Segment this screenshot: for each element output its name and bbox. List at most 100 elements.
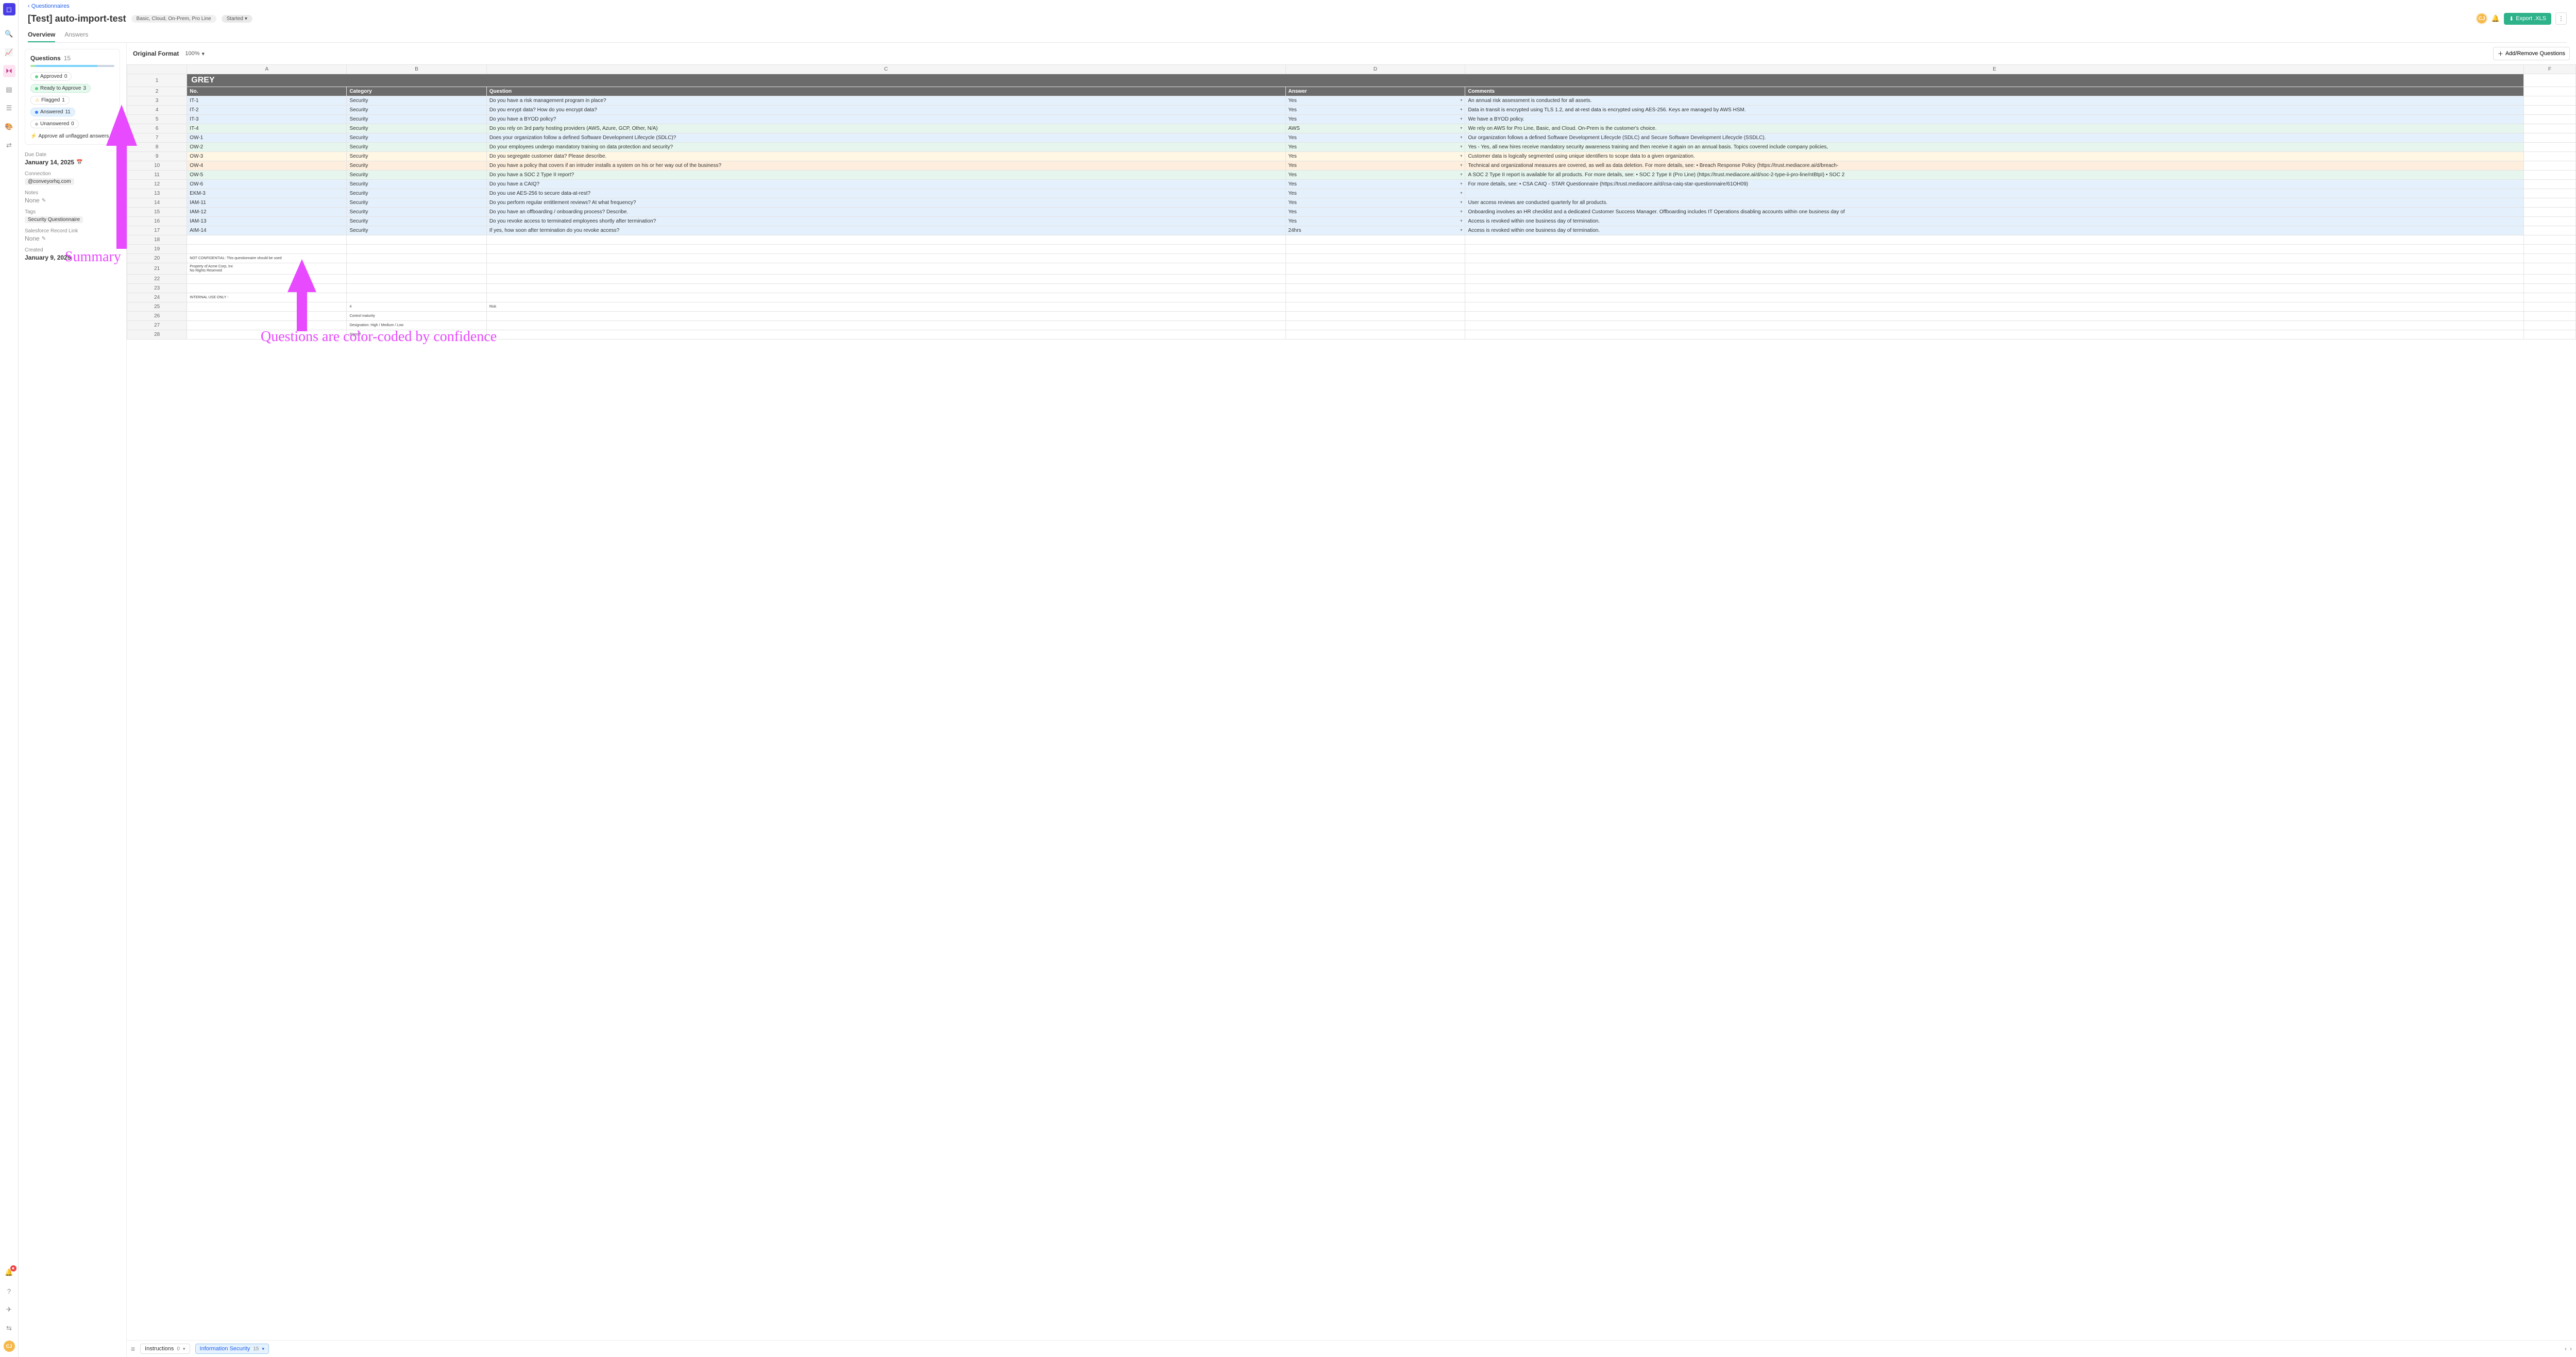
status-pill[interactable]: Started ▾ <box>222 15 252 23</box>
cell[interactable] <box>347 245 486 254</box>
chip-flagged[interactable]: ⚠Flagged 1 <box>30 96 70 105</box>
cell[interactable] <box>486 275 1285 284</box>
sheet-menu-icon[interactable]: ≡ <box>131 1345 135 1353</box>
cell[interactable]: Control maturity <box>347 312 486 321</box>
col-header-D[interactable]: D <box>1285 65 1465 74</box>
cell-no[interactable]: IT-4 <box>187 124 347 133</box>
sheet-prev-icon[interactable]: ‹ <box>2565 1345 2567 1352</box>
cell-answer[interactable]: Yes▾ <box>1285 143 1465 152</box>
cell-no[interactable]: OW-6 <box>187 180 347 189</box>
dropdown-icon[interactable]: ▾ <box>1460 163 1462 167</box>
cell-category[interactable]: Security <box>347 180 486 189</box>
cell[interactable] <box>347 293 486 302</box>
cell-question[interactable]: Do you use AES-256 to secure data-at-res… <box>486 189 1285 198</box>
dropdown-icon[interactable]: ▾ <box>1460 181 1462 186</box>
cell[interactable] <box>486 235 1285 245</box>
cell-answer[interactable]: 24hrs▾ <box>1285 226 1465 235</box>
cell-answer[interactable]: Yes▾ <box>1285 217 1465 226</box>
cell-category[interactable]: Security <box>347 106 486 115</box>
col-header-C[interactable]: C <box>486 65 1285 74</box>
cell[interactable] <box>486 293 1285 302</box>
cell[interactable] <box>187 321 347 330</box>
cell[interactable] <box>1465 321 2524 330</box>
cell-question[interactable]: Do you rely on 3rd party hosting provide… <box>486 124 1285 133</box>
cell[interactable]: Property of Acme Corp, IncNo Rights Rese… <box>187 263 347 275</box>
cell-comments[interactable]: We rely on AWS for Pro Line, Basic, and … <box>1465 124 2524 133</box>
cell-answer[interactable]: Yes▾ <box>1285 115 1465 124</box>
cell-no[interactable]: AIM-14 <box>187 226 347 235</box>
chip-ready[interactable]: Ready to Approve 3 <box>30 84 91 93</box>
cell[interactable] <box>187 302 347 312</box>
col-header-A[interactable]: A <box>187 65 347 74</box>
cell-no[interactable]: OW-3 <box>187 152 347 161</box>
cell-comments[interactable]: Access is revoked within one business da… <box>1465 226 2524 235</box>
cell[interactable] <box>1285 302 1465 312</box>
cell[interactable] <box>486 284 1285 293</box>
cell[interactable]: Signoff <box>347 330 486 340</box>
list-icon[interactable]: ☰ <box>3 102 15 114</box>
chip-unanswered[interactable]: Unanswered 0 <box>30 120 79 128</box>
chip-answered[interactable]: Answered 11 <box>30 108 75 116</box>
grey-header-cell[interactable]: GREY <box>187 74 2524 87</box>
cell-question[interactable]: Do you revoke access to terminated emplo… <box>486 217 1285 226</box>
cell[interactable] <box>1465 293 2524 302</box>
cell-question[interactable]: Do you have a SOC 2 Type II report? <box>486 171 1285 180</box>
cell-answer[interactable]: Yes▾ <box>1285 106 1465 115</box>
cell-answer[interactable]: Yes▾ <box>1285 208 1465 217</box>
dropdown-icon[interactable]: ▾ <box>1460 228 1462 232</box>
sheet-next-icon[interactable]: › <box>2570 1345 2572 1352</box>
cell-comments[interactable]: Our organization follows a defined Softw… <box>1465 133 2524 143</box>
settings-icon[interactable]: ⇆ <box>3 1322 15 1334</box>
cell-no[interactable]: IT-2 <box>187 106 347 115</box>
cell-comments[interactable]: User access reviews are conducted quarte… <box>1465 198 2524 208</box>
calendar-icon[interactable]: 📅 <box>76 160 82 165</box>
tab-answers[interactable]: Answers <box>64 28 88 42</box>
tab-overview[interactable]: Overview <box>28 28 55 42</box>
chart-icon[interactable]: 📈 <box>3 46 15 59</box>
cell-category[interactable]: Security <box>347 161 486 171</box>
cell[interactable] <box>347 263 486 275</box>
cell[interactable] <box>1465 245 2524 254</box>
cell[interactable] <box>1285 293 1465 302</box>
cell[interactable] <box>187 284 347 293</box>
cell[interactable] <box>1465 254 2524 263</box>
cell[interactable] <box>1465 275 2524 284</box>
edit-sf-icon[interactable]: ✎ <box>42 236 46 242</box>
cell-category[interactable]: Security <box>347 217 486 226</box>
cell-question[interactable]: Do you have a policy that covers if an i… <box>486 161 1285 171</box>
dropdown-icon[interactable]: ▾ <box>1460 107 1462 112</box>
cell-answer[interactable]: Yes▾ <box>1285 198 1465 208</box>
spreadsheet[interactable]: ABCDEF1GREY2No.CategoryQuestionAnswerCom… <box>127 64 2576 1340</box>
cell-answer[interactable]: AWS▾ <box>1285 124 1465 133</box>
cell-answer[interactable]: Yes▾ <box>1285 96 1465 106</box>
cell-question[interactable]: Do you have a BYOD policy? <box>486 115 1285 124</box>
notification-icon[interactable]: 🔔■ <box>3 1266 15 1279</box>
sheet-tab-infosec[interactable]: Information Security 15 ▾ <box>195 1344 269 1354</box>
cell[interactable]: INTERNAL USE ONLY - <box>187 293 347 302</box>
edit-notes-icon[interactable]: ✎ <box>42 198 46 203</box>
cell-answer[interactable]: Yes▾ <box>1285 189 1465 198</box>
cell[interactable] <box>486 245 1285 254</box>
cell-category[interactable]: Security <box>347 198 486 208</box>
cell[interactable] <box>1285 321 1465 330</box>
library-icon[interactable]: ▤ <box>3 83 15 96</box>
cell-category[interactable]: Security <box>347 143 486 152</box>
col-header-B[interactable]: B <box>347 65 486 74</box>
help-icon[interactable]: ? <box>3 1285 15 1297</box>
cell-no[interactable]: OW-4 <box>187 161 347 171</box>
cell-category[interactable]: Security <box>347 96 486 106</box>
cell-no[interactable]: IT-1 <box>187 96 347 106</box>
cell-question[interactable]: Does your organization follow a defined … <box>486 133 1285 143</box>
cell[interactable] <box>347 235 486 245</box>
cell[interactable] <box>486 330 1285 340</box>
dropdown-icon[interactable]: ▾ <box>1460 116 1462 121</box>
cell[interactable] <box>187 312 347 321</box>
cell-category[interactable]: Security <box>347 189 486 198</box>
cell-no[interactable]: IAM-12 <box>187 208 347 217</box>
cell-answer[interactable]: Yes▾ <box>1285 161 1465 171</box>
cell-question[interactable]: Do you have a risk management program in… <box>486 96 1285 106</box>
cell[interactable] <box>1285 263 1465 275</box>
cell-comments[interactable]: Customer data is logically segmented usi… <box>1465 152 2524 161</box>
cell[interactable]: Risk <box>486 302 1285 312</box>
cell[interactable] <box>486 312 1285 321</box>
